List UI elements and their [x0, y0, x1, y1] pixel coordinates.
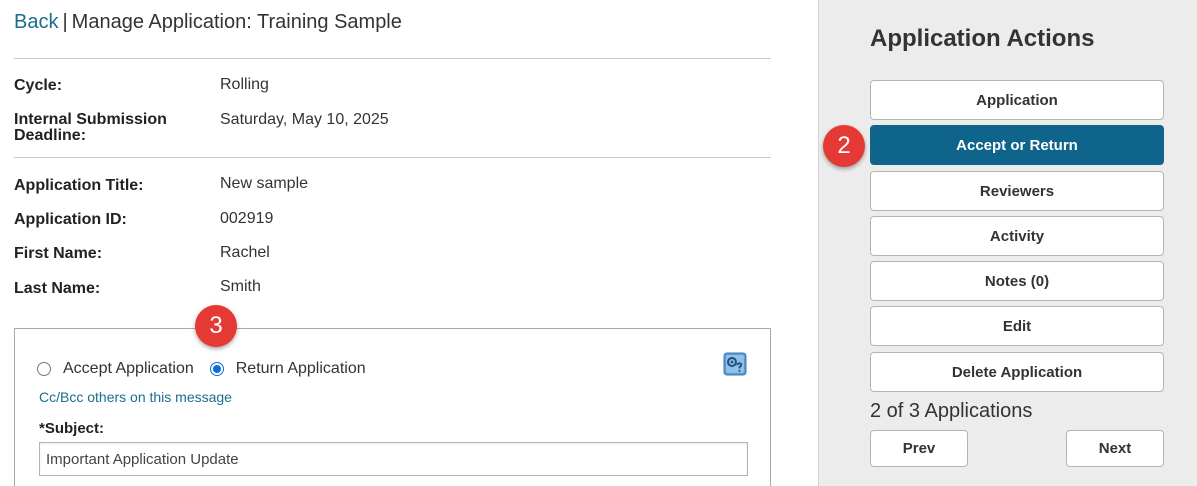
accept-radio[interactable] — [37, 362, 51, 376]
step-3-badge: 3 — [195, 305, 237, 347]
back-link[interactable]: Back — [14, 11, 58, 33]
first-name-value: Rachel — [220, 244, 270, 261]
deadline-label-line1: Internal Submission — [14, 111, 167, 128]
application-actions-sidebar: Application Actions Application Accept o… — [818, 0, 1197, 486]
deadline-label: Internal Submission Deadline: — [14, 112, 167, 144]
return-radio-label[interactable]: Return Application — [236, 360, 366, 378]
divider — [14, 157, 771, 158]
page-title: Manage Application: Training Sample — [71, 11, 402, 33]
cycle-value: Rolling — [220, 76, 269, 93]
return-radio[interactable] — [209, 362, 224, 376]
application-id-label: Application ID: — [14, 211, 127, 228]
accept-radio-label[interactable]: Accept Application — [63, 360, 194, 378]
delete-application-button[interactable]: Delete Application — [870, 352, 1164, 392]
accept-return-panel: Accept Application Return Application Cc… — [14, 328, 771, 486]
application-id-value: 002919 — [220, 210, 274, 227]
accept-or-return-button[interactable]: Accept or Return — [870, 125, 1164, 165]
header-separator: | — [62, 11, 68, 33]
next-button[interactable]: Next — [1066, 430, 1164, 467]
application-counter: 2 of 3 Applications — [870, 400, 1033, 422]
main-content: Back | Manage Application: Training Sample… — [0, 0, 818, 486]
last-name-value: Smith — [220, 278, 261, 295]
page-header: Back | Manage Application: Training Sample — [14, 11, 402, 34]
application-title-label: Application Title: — [14, 177, 144, 194]
application-title-value: New sample — [220, 175, 309, 192]
last-name-label: Last Name: — [14, 280, 101, 297]
cycle-label: Cycle: — [14, 77, 63, 94]
step-2-badge: 2 — [823, 125, 865, 167]
reviewers-button[interactable]: Reviewers — [870, 171, 1164, 211]
prev-button[interactable]: Prev — [870, 430, 968, 467]
edit-button[interactable]: Edit — [870, 306, 1164, 346]
decision-radio-group: Accept Application Return Application — [37, 360, 382, 378]
deadline-value: Saturday, May 10, 2025 — [220, 111, 389, 128]
divider — [14, 58, 771, 59]
cc-bcc-link[interactable]: Cc/Bcc others on this message — [39, 389, 232, 405]
first-name-label: First Name: — [14, 245, 103, 262]
subject-label: *Subject: — [39, 420, 105, 437]
deadline-label-line2: Deadline: — [14, 127, 87, 144]
subject-input[interactable] — [39, 442, 748, 476]
activity-button[interactable]: Activity — [870, 216, 1164, 256]
help-settings-icon[interactable] — [723, 352, 747, 376]
application-button[interactable]: Application — [870, 80, 1164, 120]
notes-button[interactable]: Notes (0) — [870, 261, 1164, 301]
sidebar-title: Application Actions — [870, 25, 1095, 52]
